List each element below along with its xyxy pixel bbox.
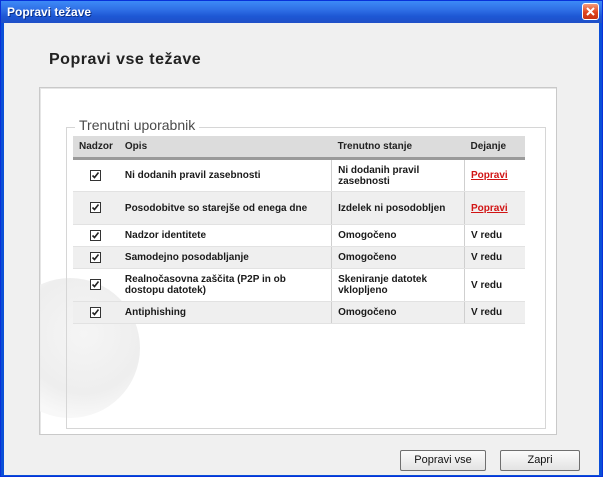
issues-panel: Trenutni uporabnik Nadzor Opis Trenutno …: [39, 87, 557, 435]
row-checkbox[interactable]: [90, 306, 102, 318]
close-button[interactable]: Zapri: [500, 450, 580, 471]
title-bar[interactable]: Popravi težave: [1, 1, 602, 23]
checkmark-icon: [92, 308, 100, 316]
table-row: Ni dodanih pravil zasebnosti Ni dodanih …: [73, 158, 525, 192]
issues-table: Nadzor Opis Trenutno stanje Dejanje Ni d…: [73, 136, 525, 324]
row-checkbox[interactable]: [90, 202, 102, 214]
table-row: Nadzor identitete Omogočeno V redu: [73, 224, 525, 247]
fix-link[interactable]: Popravi: [471, 170, 508, 181]
header-description: Opis: [118, 136, 332, 160]
row-description: Realnočasovna zaščita (P2P in ob dostopu…: [118, 268, 332, 302]
table-row: Antiphishing Omogočeno V redu: [73, 301, 525, 324]
fix-all-button[interactable]: Popravi vse: [400, 450, 486, 471]
close-window-button[interactable]: [582, 3, 599, 20]
row-description: Posodobitve so starejše od enega dne: [118, 191, 332, 225]
row-checkbox[interactable]: [90, 279, 102, 291]
dialog-window: Popravi težave Popravi vse težave Trenut…: [0, 0, 603, 477]
row-action: V redu: [464, 246, 525, 269]
row-action: V redu: [464, 301, 525, 324]
row-description: Antiphishing: [118, 301, 332, 324]
row-action: V redu: [464, 268, 525, 302]
window-title: Popravi težave: [7, 5, 92, 19]
header-check: Nadzor: [73, 136, 119, 160]
checkmark-icon: [92, 171, 100, 179]
header-action: Dejanje: [464, 136, 525, 160]
group-legend: Trenutni uporabnik: [75, 117, 200, 133]
checkmark-icon: [92, 204, 100, 212]
page-title: Popravi vse težave: [49, 51, 202, 68]
table-row: Realnočasovna zaščita (P2P in ob dostopu…: [73, 268, 525, 302]
checkmark-icon: [92, 281, 100, 289]
row-description: Samodejno posodabljanje: [118, 246, 332, 269]
checkmark-icon: [92, 231, 100, 239]
row-status: Omogočeno: [331, 301, 465, 324]
row-status: Skeniranje datotek vklopljeno: [331, 268, 465, 302]
row-checkbox[interactable]: [90, 169, 102, 181]
table-row: Samodejno posodabljanje Omogočeno V redu: [73, 246, 525, 269]
row-checkbox[interactable]: [90, 251, 102, 263]
table-row: Posodobitve so starejše od enega dne Izd…: [73, 191, 525, 225]
row-status: Omogočeno: [331, 246, 465, 269]
row-status: Ni dodanih pravil zasebnosti: [331, 158, 465, 192]
checkmark-icon: [92, 253, 100, 261]
row-status: Izdelek ni posodobljen: [331, 191, 465, 225]
table-header-row: Nadzor Opis Trenutno stanje Dejanje: [73, 136, 525, 160]
header-status: Trenutno stanje: [331, 136, 465, 160]
row-status: Omogočeno: [331, 224, 465, 247]
dialog-content: Popravi vse težave Trenutni uporabnik Na…: [4, 23, 599, 475]
fix-link[interactable]: Popravi: [471, 203, 508, 214]
row-description: Ni dodanih pravil zasebnosti: [118, 158, 332, 192]
row-checkbox[interactable]: [90, 229, 102, 241]
row-action: V redu: [464, 224, 525, 247]
row-description: Nadzor identitete: [118, 224, 332, 247]
